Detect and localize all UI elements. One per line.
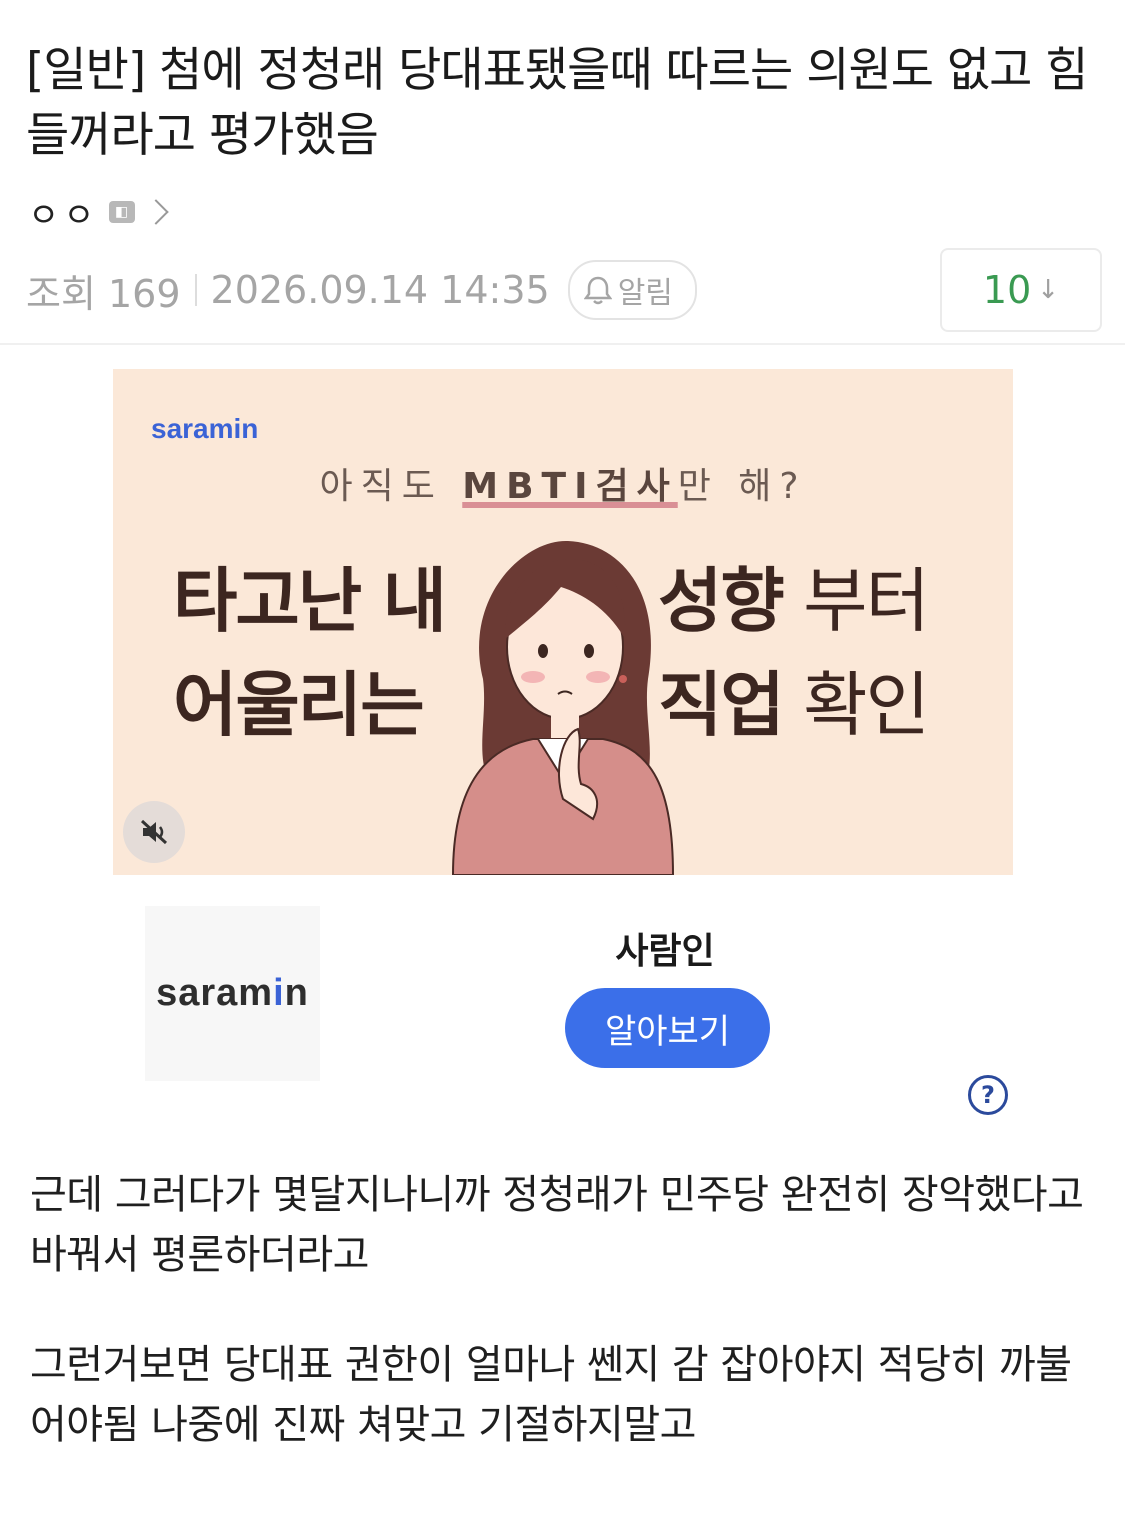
mute-button[interactable]: [123, 801, 185, 863]
ad-headline-left-1: 타고난 내: [173, 560, 447, 642]
user-level-icon: ◧: [108, 201, 135, 223]
ad-banner[interactable]: saramin 아직도 MBTI검사만 해? 타고난 내 어울리는 성향 부터 …: [113, 369, 1013, 875]
arrow-down-icon: ↓: [1037, 275, 1060, 305]
comment-count: 10: [982, 268, 1032, 312]
ad-headline-right-1-light: 부터: [782, 560, 930, 642]
ad-headline-right-2: 직업 확인: [658, 664, 930, 746]
bell-icon: [583, 276, 612, 305]
body-paragraph-1: 근데 그러다가 몇달지나니까 정청래가 민주당 완전히 장악했다고 바꿔서 평론…: [30, 1172, 1084, 1278]
ad-woman-illustration: [451, 540, 675, 875]
advertiser-logo-text: saramin: [156, 972, 309, 1015]
alarm-label: 알림: [617, 276, 673, 311]
ad-headline-left-2: 어울리는: [173, 664, 425, 746]
post-datetime: 2026.09.14 14:35: [210, 268, 550, 312]
ad-question: 아직도 MBTI검사만 해?: [113, 457, 1013, 509]
body-paragraph-2: 그런거보면 당대표 권한이 얼마나 쎈지 감 잡아야지 적당히 까불어야됨 나중…: [30, 1342, 1072, 1448]
view-count: 조회 169: [26, 271, 181, 316]
ad-question-highlight: MBTI검사: [462, 466, 678, 507]
advertiser-logo-i: i: [273, 972, 285, 1014]
ad-headline-right-2-light: 확인: [782, 664, 930, 746]
ad-banner-logo: saramin: [151, 413, 259, 444]
post-meta: 조회 169 2026.09.14 14:35 알림: [26, 258, 697, 322]
header-divider: [0, 343, 1125, 345]
ad-headline-right-1: 성향 부터: [658, 560, 930, 642]
ad-question-prefix: 아직도: [319, 466, 463, 507]
author-name: ㅇㅇ: [28, 195, 99, 236]
author-link[interactable]: ㅇㅇ ◧: [28, 190, 169, 236]
advertiser-logo-prefix: saram: [156, 972, 274, 1014]
mute-icon: [140, 819, 168, 845]
advertiser-name: 사람인: [615, 931, 715, 972]
meta-divider: [194, 274, 197, 306]
advertiser-logo[interactable]: saramin: [145, 906, 320, 1081]
post-title: [일반] 첨에 정청래 당대표됐을때 따르는 의원도 없고 힘들꺼라고 평가했음: [26, 43, 1089, 163]
chevron-right-icon: [142, 199, 169, 225]
learn-more-button[interactable]: 알아보기: [565, 988, 770, 1068]
alarm-button[interactable]: 알림: [567, 260, 697, 320]
advertiser-logo-suffix: n: [284, 972, 309, 1014]
ad-info-icon[interactable]: ?: [968, 1075, 1008, 1115]
ad-question-suffix: 만 해?: [677, 466, 807, 507]
comment-count-button[interactable]: 10 ↓: [940, 248, 1102, 332]
